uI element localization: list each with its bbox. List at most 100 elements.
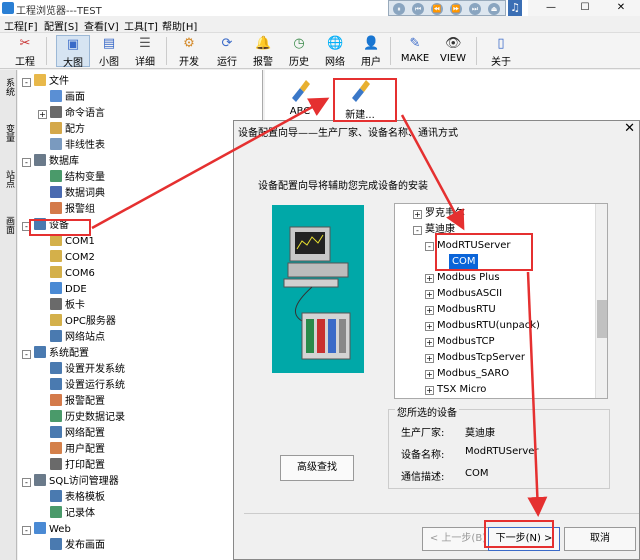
tree-node[interactable]: 记录体 xyxy=(50,506,95,522)
tree-node[interactable]: Web xyxy=(34,522,71,538)
minimize-button[interactable]: — xyxy=(536,1,566,15)
tree-node[interactable]: 报警配置 xyxy=(50,394,105,410)
project-tree[interactable]: - 文件 画面 + 命令语言 配方 非线性表 - 数据库 结构变量 数据词典 报警组 - 设备 COM1 CO… xyxy=(18,70,263,560)
toolbar-develop-button[interactable]: ⚙ 开发 xyxy=(172,35,206,68)
tree-expander[interactable]: - xyxy=(22,78,31,87)
highlight-new-device xyxy=(333,78,397,122)
media-button-4[interactable]: ⏭ xyxy=(469,3,481,15)
tree-node[interactable]: OPC服务器 xyxy=(50,314,116,330)
tree-node[interactable]: COM1 xyxy=(50,234,95,250)
toolbar-wrench-button[interactable]: ✂ 工程 xyxy=(8,35,42,68)
tree-node[interactable]: 网络配置 xyxy=(50,426,105,442)
toolbar-larges-icon-button[interactable]: ▣ 大图 xyxy=(56,35,90,69)
toolbar-make-button[interactable]: ✎ MAKE xyxy=(398,35,432,67)
device-tree-expander[interactable]: - xyxy=(425,242,434,251)
tree-node[interactable]: 数据词典 xyxy=(50,186,105,202)
tree-node[interactable]: 打印配置 xyxy=(50,458,105,474)
device-tree-expander[interactable]: + xyxy=(425,370,434,379)
tree-node[interactable]: 设置开发系统 xyxy=(50,362,125,378)
tree-expander[interactable]: - xyxy=(22,526,31,535)
tree-node-label: 报警组 xyxy=(65,204,95,215)
media-button-1[interactable]: ⏮ xyxy=(412,3,424,15)
scrollbar[interactable] xyxy=(595,204,607,398)
tree-expander[interactable]: - xyxy=(22,478,31,487)
tree-node[interactable]: 系统配置 xyxy=(34,346,89,362)
side-tab-1[interactable]: 变量 xyxy=(1,124,16,142)
device-tree-expander[interactable]: + xyxy=(425,290,434,299)
menu-item-0[interactable]: 工程[F] xyxy=(4,18,38,33)
device-tree-expander[interactable]: - xyxy=(413,226,422,235)
tree-node[interactable]: 网络站点 xyxy=(50,330,105,346)
tree-node[interactable]: 命令语言 xyxy=(50,106,105,122)
device-tree-node[interactable]: TSX Micro xyxy=(437,382,486,398)
close-button[interactable]: ✕ xyxy=(606,1,636,15)
menu-item-4[interactable]: 帮助[H] xyxy=(162,18,197,33)
device-tree-expander[interactable]: + xyxy=(425,354,434,363)
device-tree-node[interactable]: 罗克韦尔 xyxy=(425,206,465,222)
maximize-button[interactable]: ☐ xyxy=(570,1,600,15)
toolbar-network-button[interactable]: 🌐 网络 xyxy=(318,35,352,68)
menu-item-2[interactable]: 查看[V] xyxy=(84,18,119,33)
tree-expander[interactable]: + xyxy=(38,110,47,119)
tree-node-icon xyxy=(50,298,62,310)
tree-node[interactable]: 配方 xyxy=(50,122,85,138)
scrollbar-thumb[interactable] xyxy=(597,300,607,338)
side-tab-3[interactable]: 画面 xyxy=(1,216,16,234)
tree-node[interactable]: 设置运行系统 xyxy=(50,378,125,394)
media-button-0[interactable]: ⏸ xyxy=(393,3,405,15)
media-button-5[interactable]: ⏏ xyxy=(488,3,500,15)
tree-node[interactable]: DDE xyxy=(50,282,87,298)
tree-node[interactable]: 板卡 xyxy=(50,298,85,314)
tree-node[interactable]: COM6 xyxy=(50,266,95,282)
tree-node[interactable]: 结构变量 xyxy=(50,170,105,186)
wrench-icon: ✂ xyxy=(19,36,31,51)
tree-node-icon xyxy=(34,154,46,166)
side-tab-2[interactable]: 站点 xyxy=(1,170,16,188)
device-tree-expander[interactable]: + xyxy=(425,274,434,283)
menu-item-1[interactable]: 配置[S] xyxy=(44,18,78,33)
tree-node[interactable]: 历史数据记录 xyxy=(50,410,125,426)
device-tree-expander[interactable]: + xyxy=(425,386,434,395)
device-tree-expander[interactable]: + xyxy=(425,322,434,331)
device-tree-expander[interactable]: + xyxy=(413,210,422,219)
app-icon xyxy=(2,2,14,14)
menu-item-3[interactable]: 工具[T] xyxy=(124,18,158,33)
dialog-close-icon[interactable]: ✕ xyxy=(624,121,635,136)
device-tree-node[interactable]: ModbusTCP xyxy=(437,334,495,350)
device-tree-node[interactable]: Modbus Plus xyxy=(437,270,500,286)
cancel-button[interactable]: 取消 xyxy=(564,527,636,551)
device-tree-node[interactable]: Modbus_SARO xyxy=(437,366,509,382)
side-tab-0[interactable]: 系统 xyxy=(1,78,16,96)
toolbar-smalls-icon-button[interactable]: ▤ 小图 xyxy=(92,35,126,68)
tree-expander[interactable]: - xyxy=(22,158,31,167)
tree-node[interactable]: 发布画面 xyxy=(50,538,105,554)
tree-node[interactable]: 数据库 xyxy=(34,154,79,170)
toolbar-run-button[interactable]: ⟳ 运行 xyxy=(210,35,244,68)
device-tree-expander[interactable]: + xyxy=(425,338,434,347)
toolbar-history-button[interactable]: ◷ 历史 xyxy=(282,35,316,68)
toolbar-details-button[interactable]: ☰ 详细 xyxy=(128,35,162,68)
music-icon[interactable]: ♫ xyxy=(508,0,522,16)
media-button-3[interactable]: ⏩ xyxy=(450,3,462,15)
advanced-search-button[interactable]: 高级查找 xyxy=(280,455,354,481)
tree-node[interactable]: SQL访问管理器 xyxy=(34,474,119,490)
toolbar-alarm-button[interactable]: 🔔 报警 xyxy=(246,35,280,68)
tree-node[interactable]: 画面 xyxy=(50,90,85,106)
device-abc[interactable]: ABC xyxy=(275,76,325,117)
tree-node[interactable]: 文件 xyxy=(34,74,69,90)
tree-node[interactable]: COM2 xyxy=(50,250,95,266)
media-button-2[interactable]: ⏪ xyxy=(431,3,443,15)
device-tree-node[interactable]: ModbusTcpServer xyxy=(437,350,525,366)
device-tree-node[interactable]: ModbusASCII xyxy=(437,286,502,302)
tree-node[interactable]: 用户配置 xyxy=(50,442,105,458)
device-tree-node[interactable]: ModbusRTU(unpack) xyxy=(437,318,540,334)
toolbar-view-button[interactable]: 👁 VIEW xyxy=(436,35,470,67)
tree-node[interactable]: 非线性表 xyxy=(50,138,105,154)
tree-node[interactable]: 表格模板 xyxy=(50,490,105,506)
tree-expander[interactable]: - xyxy=(22,350,31,359)
tree-node[interactable]: 报警组 xyxy=(50,202,95,218)
toolbar-about-button[interactable]: ▯ 关于 xyxy=(484,35,518,68)
device-tree-node[interactable]: ModbusRTU xyxy=(437,302,496,318)
device-tree-expander[interactable]: + xyxy=(425,306,434,315)
toolbar-user-button[interactable]: 👤 用户 xyxy=(354,35,388,68)
